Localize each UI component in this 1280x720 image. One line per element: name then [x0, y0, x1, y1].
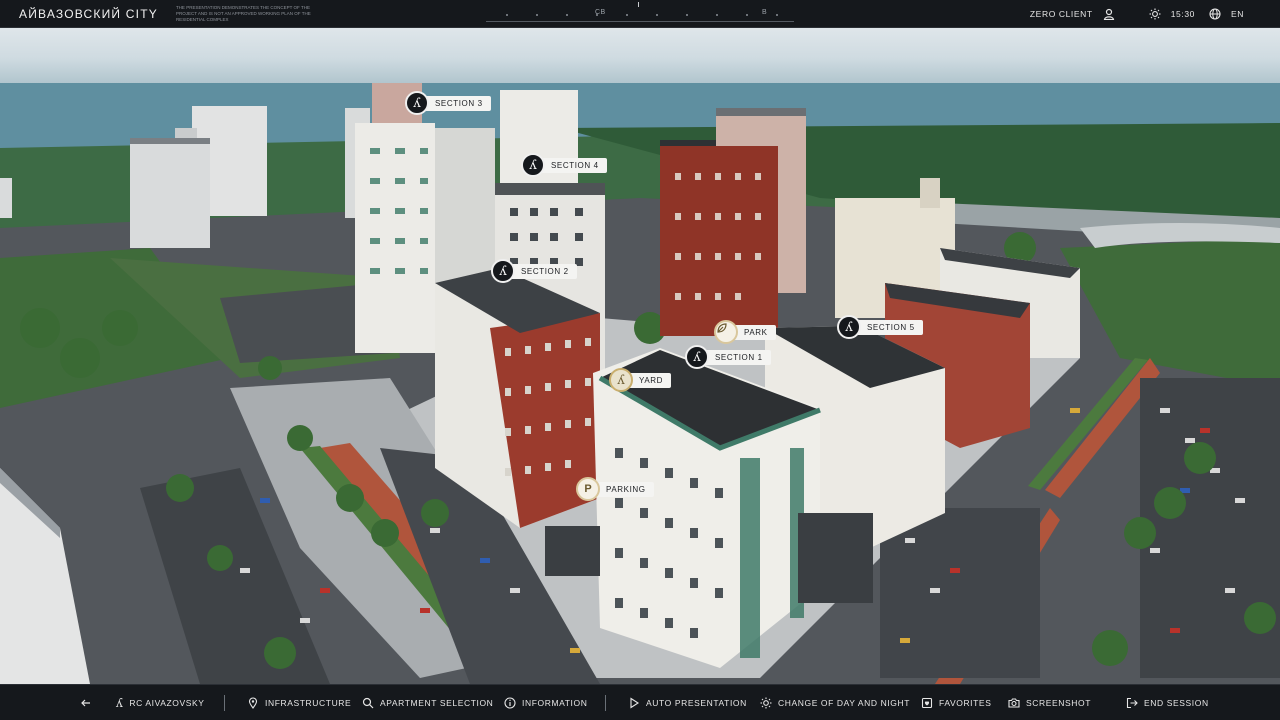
play-icon — [630, 697, 640, 709]
search-icon — [362, 697, 374, 709]
section-logo-icon: ʎ — [685, 345, 709, 369]
favorites-label: FAVORITES — [939, 698, 992, 708]
section-logo-icon: ʎ — [521, 153, 545, 177]
information-button[interactable]: INFORMATION — [504, 685, 587, 720]
day-night-label: CHANGE OF DAY AND NIGHT — [778, 698, 911, 708]
compass[interactable]: СВ В — [476, 0, 804, 28]
exit-icon — [1126, 697, 1138, 709]
pin-label: YARD — [627, 372, 672, 388]
leaf-icon — [714, 320, 738, 344]
back-button[interactable] — [80, 685, 92, 720]
pin-section-1[interactable]: ʎ SECTION 1 — [685, 345, 771, 369]
screenshot-button[interactable]: SCREENSHOT — [1008, 685, 1091, 720]
compass-east: В — [762, 9, 768, 16]
auto-presentation-button[interactable]: AUTO PRESENTATION — [628, 685, 747, 720]
sun-icon[interactable] — [1149, 8, 1161, 20]
project-button[interactable]: ʎ RC AIVAZOVSKY — [116, 685, 205, 720]
end-session-label: END SESSION — [1144, 698, 1209, 708]
pin-yard[interactable]: ʎ YARD — [609, 368, 672, 392]
screenshot-label: SCREENSHOT — [1026, 698, 1092, 708]
brand-logo: АЙВАЗОВСКИЙ CITY — [19, 6, 158, 21]
pin-park[interactable]: PARK — [714, 320, 776, 344]
section-logo-icon: ʎ — [405, 91, 429, 115]
scene-render — [0, 83, 1280, 684]
yard-logo-icon: ʎ — [609, 368, 633, 392]
top-bar: АЙВАЗОВСКИЙ CITY THE PRESENTATION DEMONS… — [0, 0, 1280, 28]
user-name[interactable]: ZERO CLIENT — [1030, 9, 1093, 19]
globe-icon[interactable] — [1209, 8, 1221, 20]
section-logo-icon: ʎ — [491, 259, 515, 283]
auto-presentation-label: AUTO PRESENTATION — [646, 698, 747, 708]
infrastructure-button[interactable]: INFRASTRUCTURE — [247, 685, 351, 720]
pin-label: SECTION 3 — [423, 95, 491, 111]
time-display: 15:30 — [1170, 9, 1195, 19]
pin-section-5[interactable]: ʎ SECTION 5 — [837, 315, 923, 339]
compass-heading: СВ — [595, 9, 606, 16]
pin-section-2[interactable]: ʎ SECTION 2 — [491, 259, 577, 283]
arrow-left-icon — [81, 699, 90, 707]
pin-label: SECTION 2 — [509, 263, 577, 279]
pin-label: SECTION 5 — [855, 319, 923, 335]
apartment-selection-button[interactable]: APARTMENT SELECTION — [362, 685, 493, 720]
pin-section-3[interactable]: ʎ SECTION 3 — [405, 91, 491, 115]
favorites-icon — [921, 697, 933, 709]
user-icon[interactable] — [1103, 8, 1115, 20]
camera-icon — [1008, 698, 1020, 708]
pin-label: SECTION 4 — [539, 157, 607, 173]
project-label: RC AIVAZOVSKY — [129, 698, 205, 708]
disclaimer-text: THE PRESENTATION DEMONSTRATES THE CONCEP… — [175, 4, 311, 22]
language-selector[interactable]: EN — [1231, 9, 1244, 19]
project-logo-icon: ʎ — [116, 696, 124, 710]
map-pin-icon — [248, 697, 258, 709]
favorites-button[interactable]: FAVORITES — [921, 685, 991, 720]
section-logo-icon: ʎ — [837, 315, 861, 339]
infrastructure-label: INFRASTRUCTURE — [265, 698, 352, 708]
pin-label: PARKING — [594, 481, 654, 497]
apartment-selection-label: APARTMENT SELECTION — [380, 698, 494, 708]
information-label: INFORMATION — [522, 698, 588, 708]
aerial-3d-view[interactable]: ʎ SECTION 3 ʎ SECTION 4 ʎ SECTION 2 PARK… — [0, 28, 1280, 684]
bottom-toolbar: ʎ RC AIVAZOVSKY INFRASTRUCTURE APARTMENT… — [0, 684, 1280, 720]
pin-section-4[interactable]: ʎ SECTION 4 — [521, 153, 607, 177]
pin-parking[interactable]: P PARKING — [576, 477, 654, 501]
end-session-button[interactable]: END SESSION — [1126, 685, 1209, 720]
pin-label: PARK — [732, 324, 776, 340]
info-icon — [504, 697, 516, 709]
pin-label: SECTION 1 — [703, 349, 771, 365]
sun-icon — [760, 697, 772, 709]
day-night-button[interactable]: CHANGE OF DAY AND NIGHT — [760, 685, 910, 720]
parking-icon: P — [576, 477, 600, 501]
